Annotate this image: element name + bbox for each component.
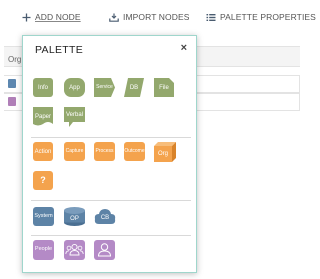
palette-shape-op[interactable]: OP [64, 207, 85, 226]
palette-shape-info[interactable]: Info [33, 78, 53, 97]
shape-label: Action [34, 148, 52, 155]
shape-label: ? [40, 175, 46, 185]
shape-label: Capture [65, 148, 84, 154]
palette-shape-verbal[interactable]: Verbal [64, 107, 85, 127]
shape-label: Outcome [124, 148, 145, 154]
palette-shape-capture[interactable]: Capture [64, 142, 85, 161]
palette-shape-group[interactable] [64, 240, 85, 260]
palette-title: PALETTE [35, 44, 84, 56]
shape-label: Paper [34, 113, 51, 120]
node-chip[interactable] [8, 79, 16, 88]
palette-shape-system[interactable]: System [33, 207, 54, 226]
close-icon[interactable]: × [181, 42, 187, 54]
section-divider [31, 137, 191, 138]
import-nodes-button[interactable]: IMPORT NODES [109, 10, 190, 24]
import-icon [109, 13, 119, 22]
palette-shape-user[interactable] [94, 240, 115, 260]
shape-label: CB [100, 215, 110, 221]
toolbar: ADD NODE IMPORT NODES PALETTE PROPERTIES [0, 0, 316, 34]
palette-properties-button[interactable]: PALETTE PROPERTIES [206, 10, 316, 24]
shape-label: DB [129, 84, 139, 91]
section-divider [31, 235, 191, 236]
palette-shape-db[interactable]: DB [124, 78, 144, 97]
import-nodes-label: IMPORT NODES [123, 12, 190, 22]
palette-shape-app[interactable]: App [64, 78, 85, 97]
shape-label: People [34, 246, 53, 253]
shape-label: Info [37, 84, 48, 91]
shape-label: File [159, 84, 169, 91]
add-node-button[interactable]: ADD NODE [22, 10, 81, 24]
palette-shape-file[interactable]: File [154, 78, 174, 97]
user-icon [94, 240, 115, 260]
shape-label: App [69, 84, 80, 91]
palette-properties-label: PALETTE PROPERTIES [220, 12, 316, 22]
group-icon [64, 240, 85, 260]
shape-label: Org [157, 150, 168, 157]
shape-label: System [34, 212, 53, 219]
palette-shape-question[interactable]: ? [33, 171, 53, 190]
palette-panel: PALETTE × Info App Service DB File Paper… [22, 35, 197, 273]
palette-shape-people[interactable]: People [33, 240, 54, 260]
shape-label: Service [96, 84, 113, 90]
palette-shape-service[interactable]: Service [94, 78, 115, 97]
palette-shape-org[interactable]: Org [154, 142, 176, 162]
canvas-header-label: Org [8, 55, 22, 64]
palette-shape-action[interactable]: Action [33, 142, 53, 161]
shape-label: Verbal [65, 112, 83, 118]
palette-shape-outcome[interactable]: Outcome [124, 142, 145, 161]
palette-shape-process[interactable]: Process [94, 142, 115, 161]
shape-label: OP [70, 215, 79, 222]
palette-shape-cb[interactable]: CB [94, 207, 116, 226]
shape-label: Process [95, 148, 114, 154]
node-chip[interactable] [8, 97, 16, 106]
palette-shape-paper[interactable]: Paper [33, 107, 53, 126]
section-divider [31, 200, 191, 201]
plus-icon [22, 13, 31, 21]
list-icon [206, 13, 216, 21]
add-node-label: ADD NODE [35, 12, 81, 22]
